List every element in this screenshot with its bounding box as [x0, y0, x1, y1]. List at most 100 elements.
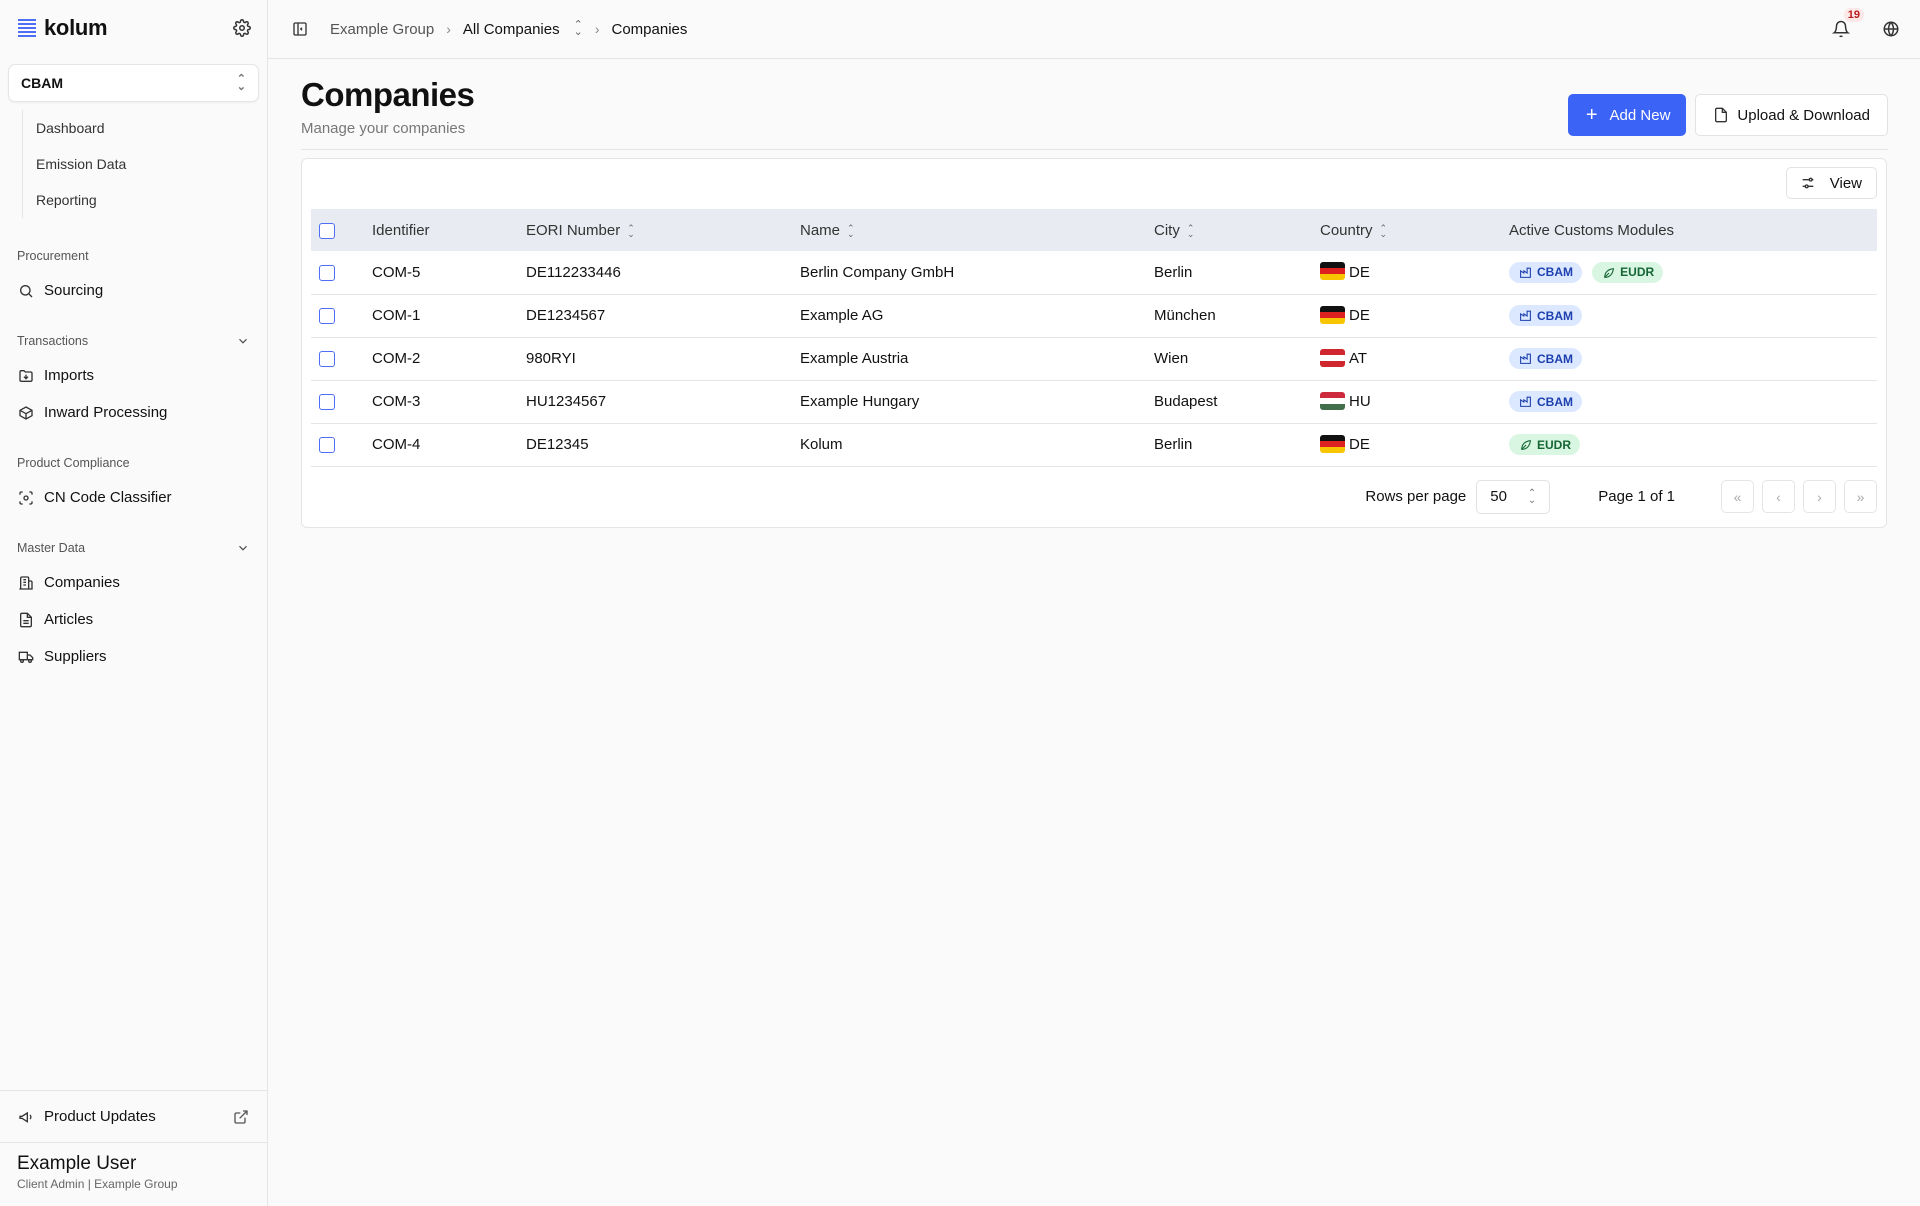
- first-page-button[interactable]: «: [1721, 480, 1754, 513]
- folder-import-icon: [19, 369, 33, 382]
- module-tag-cbam: CBAM: [1509, 305, 1582, 326]
- sidebar-item-label: Inward Processing: [44, 404, 168, 421]
- column-header-label: EORI Number: [526, 221, 621, 239]
- next-page-button[interactable]: ›: [1803, 480, 1836, 513]
- cell-identifier: COM-1: [372, 294, 526, 338]
- sidebar-item-imports[interactable]: Imports: [0, 357, 267, 394]
- cell-modules: CBAM: [1509, 294, 1877, 338]
- logo-mark-icon: [18, 19, 36, 37]
- companies-table: Identifier EORI Number ⌃ ⌄ Name ⌃ ⌄ City ⌃ ⌄ C…: [311, 209, 1877, 467]
- sort-icon: ⌃ ⌄: [1186, 222, 1195, 239]
- cell-eori: DE12345: [526, 423, 800, 467]
- breadcrumb-company-selector[interactable]: All Companies: [463, 21, 560, 38]
- user-profile[interactable]: Example User Client Admin | Example Grou…: [0, 1142, 267, 1206]
- country-code: AT: [1349, 350, 1368, 367]
- row-checkbox[interactable]: [319, 437, 335, 454]
- page-info: Page 1 of 1: [1598, 488, 1675, 505]
- table-row[interactable]: COM-2 980RYI Example Austria Wien AT CBA…: [311, 337, 1877, 381]
- group-label-master-data[interactable]: Master Data: [0, 532, 267, 564]
- sidebar-item-companies[interactable]: Companies: [0, 564, 267, 601]
- cell-modules: EUDR: [1509, 423, 1877, 467]
- cell-name: Example Austria: [800, 337, 1154, 381]
- sort-icon: ⌃ ⌄: [1379, 222, 1388, 239]
- country-code: HU: [1349, 393, 1371, 410]
- subnav-item-dashboard[interactable]: Dashboard: [24, 110, 267, 146]
- cell-city: Wien: [1154, 337, 1320, 381]
- group-label-transactions[interactable]: Transactions: [0, 325, 267, 357]
- globe-icon[interactable]: [1882, 20, 1900, 38]
- page-header: Companies Manage your companies + Add Ne…: [268, 59, 1920, 137]
- flag-at-icon: [1320, 348, 1345, 367]
- module-select[interactable]: CBAM ⌃ ⌄: [8, 64, 259, 102]
- sidebar-item-suppliers[interactable]: Suppliers: [0, 638, 267, 675]
- cell-modules: CBAM EUDR: [1509, 251, 1877, 295]
- gear-icon[interactable]: [233, 19, 251, 37]
- module-subnav: Dashboard Emission Data Reporting: [22, 110, 267, 218]
- logo[interactable]: kolum: [18, 15, 108, 41]
- column-header-label: Name: [800, 221, 841, 239]
- sidebar-item-sourcing[interactable]: Sourcing: [0, 272, 267, 309]
- cell-name: Kolum: [800, 423, 1154, 467]
- rows-per-page-select[interactable]: 50 ⌃ ⌄: [1476, 479, 1551, 514]
- select-all-checkbox[interactable]: [319, 222, 335, 239]
- table-row[interactable]: COM-5 DE112233446 Berlin Company GmbH Be…: [311, 251, 1877, 295]
- user-name: Example User: [17, 1153, 137, 1174]
- main-content: Example Group › All Companies ⌃ ⌄ › Compa…: [268, 0, 1920, 1206]
- sidebar-item-label: Imports: [44, 367, 95, 384]
- row-checkbox[interactable]: [319, 394, 335, 411]
- module-tag-eudr: EUDR: [1509, 434, 1581, 455]
- module-tag-label: EUDR: [1620, 265, 1655, 280]
- sidebar-item-articles[interactable]: Articles: [0, 601, 267, 638]
- leaf-icon: [1521, 440, 1531, 450]
- flag-de-icon: [1320, 434, 1345, 453]
- sort-icon: ⌃ ⌄: [847, 222, 855, 239]
- module-tag-cbam: CBAM: [1509, 261, 1582, 283]
- factory-icon: [1520, 310, 1531, 321]
- sidebar: kolum CBAM ⌃ ⌄ Dashboard Emission Data Re…: [0, 0, 268, 1206]
- upload-download-button[interactable]: Upload & Download: [1695, 94, 1888, 136]
- cell-city: Berlin: [1154, 251, 1320, 295]
- column-header-country[interactable]: Country ⌃ ⌄: [1320, 209, 1509, 251]
- search-icon: [20, 284, 33, 297]
- flag-hu-icon: [1320, 391, 1345, 410]
- sidebar-toggle-icon[interactable]: [292, 21, 308, 37]
- last-page-button[interactable]: »: [1844, 480, 1877, 513]
- group-label-text: Product Compliance: [17, 456, 130, 470]
- table-row[interactable]: COM-3 HU1234567 Example Hungary Budapest…: [311, 380, 1877, 424]
- cell-name: Example Hungary: [800, 380, 1154, 424]
- column-header-eori[interactable]: EORI Number ⌃ ⌄: [526, 209, 800, 251]
- chevron-down-icon: [239, 338, 247, 344]
- subnav-item-reporting[interactable]: Reporting: [24, 182, 267, 218]
- sidebar-item-label: Articles: [44, 611, 94, 628]
- row-checkbox[interactable]: [319, 308, 335, 325]
- factory-icon: [1520, 396, 1531, 407]
- row-checkbox[interactable]: [319, 264, 335, 281]
- chevron-updown-icon[interactable]: ⌃ ⌄: [574, 20, 583, 38]
- column-header-name[interactable]: Name ⌃ ⌄: [800, 209, 1154, 251]
- subnav-item-emission-data[interactable]: Emission Data: [24, 146, 267, 182]
- view-options-button[interactable]: View: [1785, 167, 1877, 199]
- cell-city: Berlin: [1154, 423, 1320, 467]
- group-label-text: Procurement: [17, 249, 89, 263]
- table-row[interactable]: COM-1 DE1234567 Example AG München DE CB…: [311, 294, 1877, 338]
- product-updates-link[interactable]: Product Updates: [0, 1090, 267, 1142]
- add-new-label: Add New: [1609, 106, 1671, 124]
- table-row[interactable]: COM-4 DE12345 Kolum Berlin DE EUDR: [311, 423, 1877, 467]
- brand-name: kolum: [44, 15, 108, 40]
- notifications-button[interactable]: 19: [1831, 8, 1864, 38]
- module-tag-cbam: CBAM: [1509, 348, 1582, 369]
- sidebar-item-cn-code-classifier[interactable]: CN Code Classifier: [0, 479, 267, 516]
- breadcrumb-group[interactable]: Example Group: [330, 21, 434, 38]
- sidebar-item-inward-processing[interactable]: Inward Processing: [0, 394, 267, 431]
- user-role: Client Admin | Example Group: [17, 1177, 178, 1191]
- group-label-text: Master Data: [17, 541, 86, 555]
- sidebar-item-label: Companies: [44, 574, 120, 591]
- column-header-identifier: Identifier: [372, 221, 430, 239]
- bell-icon: [1831, 20, 1851, 38]
- column-header-city[interactable]: City ⌃ ⌄: [1154, 209, 1320, 251]
- previous-page-button[interactable]: ‹: [1762, 480, 1795, 513]
- add-new-button[interactable]: + Add New: [1567, 94, 1687, 136]
- breadcrumb-separator-icon: ›: [446, 21, 451, 37]
- row-checkbox[interactable]: [319, 351, 335, 368]
- cell-modules: CBAM: [1509, 380, 1877, 424]
